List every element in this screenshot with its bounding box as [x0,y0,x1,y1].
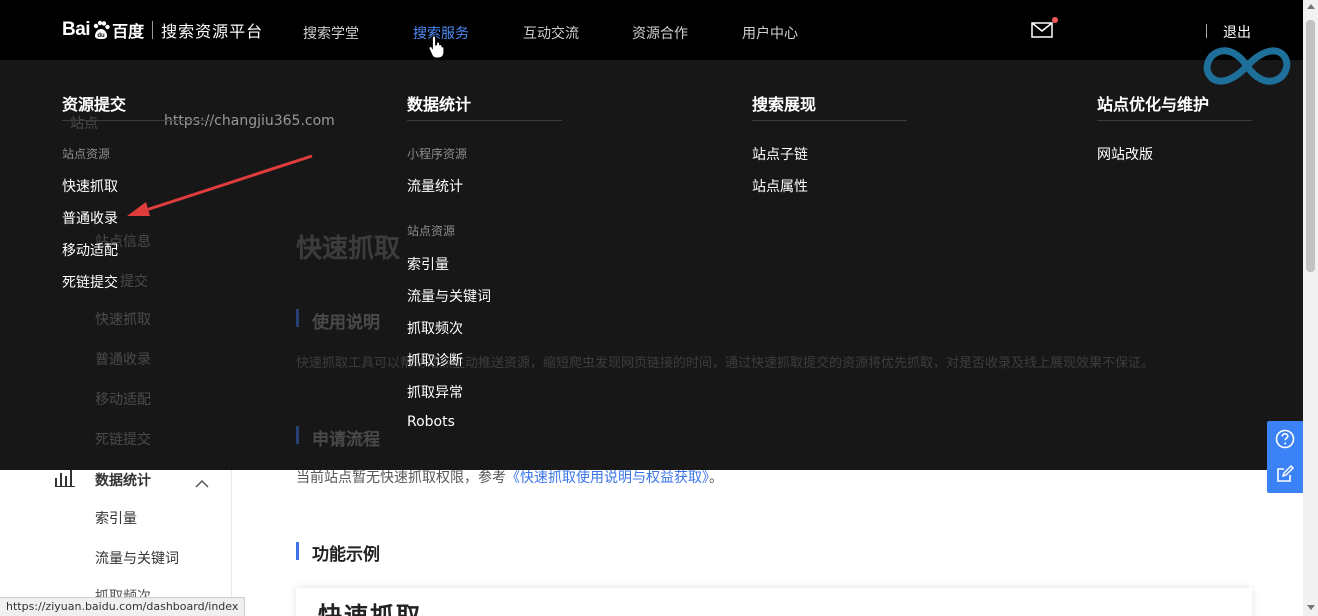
bg-section-bar-apply [296,426,299,444]
scroll-up-arrow-icon[interactable] [1307,4,1315,9]
svg-text:du: du [97,33,105,39]
baidu-paw-icon: du [91,20,111,40]
apply-text-main: 当前站点暂无快速抓取权限，参考 [296,470,506,486]
logout-link[interactable]: 退出 [1223,22,1251,42]
col-data-stats-group-miniapp: 小程序资源 [407,147,468,161]
nav-interaction[interactable]: 互动交流 [523,23,579,43]
bg-site-url: https://changjiu365.com [164,113,335,129]
menu-item-crawl-errors[interactable]: 抓取异常 [407,382,463,402]
mail-icon[interactable] [1031,22,1053,38]
logout-separator [1206,24,1207,38]
menu-item-fast-crawl[interactable]: 快速抓取 [62,176,118,196]
apply-guide-link[interactable]: 《快速抓取使用说明与权益获取》 [506,470,709,486]
help-icon[interactable] [1275,429,1295,449]
bg-side-item-0: 快速抓取 [95,312,151,328]
bg-section-usage: 使用说明 [312,313,380,333]
bg-submit: 提交 [120,274,148,290]
apply-text: 当前站点暂无快速抓取权限，参考《快速抓取使用说明与权益获取》。 [296,467,723,487]
menu-item-dead-link[interactable]: 死链提交 [62,272,118,292]
bg-section-bar-usage [296,309,299,327]
menu-item-traffic-keywords[interactable]: 流量与关键词 [407,286,491,306]
watermark-infinity-logo [1198,42,1296,90]
baidu-logo[interactable]: Bai du 百度 搜索资源平台 [62,16,263,44]
logo-separator [152,21,154,39]
sidebar-stats-item-traffic[interactable]: 流量与关键词 [95,548,179,568]
bg-side-item-2: 移动适配 [95,392,151,408]
platform-title: 搜索资源平台 [161,22,264,41]
hand-cursor-icon [428,34,446,59]
bg-page-title: 快速抓取 [296,234,401,264]
col-data-stats-title: 数据统计 [407,95,472,114]
sidebar-stats-icon [55,469,75,487]
menu-item-site-sublinks[interactable]: 站点子链 [752,144,808,164]
logo-du-text: 百度 [112,22,145,41]
col-search-display-divider [752,120,907,121]
menu-item-crawl-frequency[interactable]: 抓取频次 [407,318,463,338]
logo-bai-text: Bai [62,19,91,40]
nav-resource-coop[interactable]: 资源合作 [632,23,688,43]
menu-item-traffic-stats[interactable]: 流量统计 [407,176,463,196]
sidebar-stats-title[interactable]: 数据统计 [95,470,151,490]
top-nav-bar: Bai du 百度 搜索资源平台 搜索学堂 搜索服务 互动交流 资源合作 用户中… [0,0,1303,60]
example-card: 快速抓取 [296,588,1252,616]
col-resource-submit-title: 资源提交 [62,95,127,114]
col-resource-submit-group: 站点资源 [62,147,111,161]
section-example: 功能示例 [296,540,380,565]
col-resource-submit-divider [62,120,214,121]
bg-site-label: 站点 [70,116,98,132]
bg-side-item-1: 普通收录 [95,352,151,368]
nav-search-school[interactable]: 搜索学堂 [303,23,359,43]
col-data-stats-group-site: 站点资源 [407,224,456,238]
menu-item-mobile-adapt[interactable]: 移动适配 [62,240,118,260]
menu-item-site-attributes[interactable]: 站点属性 [752,176,808,196]
example-card-title: 快速抓取 [318,602,422,616]
feedback-icon[interactable] [1275,464,1295,484]
apply-text-end: 。 [709,470,723,486]
bg-section-apply: 申请流程 [312,430,380,450]
search-service-dropdown: 站点 https://changjiu365.com 站点信息 提交 快速抓取 … [0,60,1303,470]
scroll-down-arrow-icon[interactable] [1307,605,1315,610]
col-site-optimize-divider [1097,120,1252,121]
floating-tools-panel [1267,421,1303,493]
status-bar-url: https://ziyuan.baidu.com/dashboard/index [0,597,246,616]
menu-item-site-revision[interactable]: 网站改版 [1097,144,1153,164]
sidebar-stats-item-index[interactable]: 索引量 [95,508,137,528]
scrollbar-thumb[interactable] [1306,20,1315,272]
col-search-display-title: 搜索展现 [752,95,817,114]
menu-item-robots[interactable]: Robots [407,414,455,430]
menu-item-crawl-diagnosis[interactable]: 抓取诊断 [407,350,463,370]
notification-dot [1052,17,1058,23]
col-data-stats-divider [407,120,562,121]
nav-user-center[interactable]: 用户中心 [742,23,798,43]
col-site-optimize-title: 站点优化与维护 [1097,95,1210,114]
chevron-up-icon[interactable] [195,474,209,488]
bg-side-item-3: 死链提交 [95,432,151,448]
menu-item-normal-index[interactable]: 普通收录 [62,208,118,228]
menu-item-index-count[interactable]: 索引量 [407,254,449,274]
